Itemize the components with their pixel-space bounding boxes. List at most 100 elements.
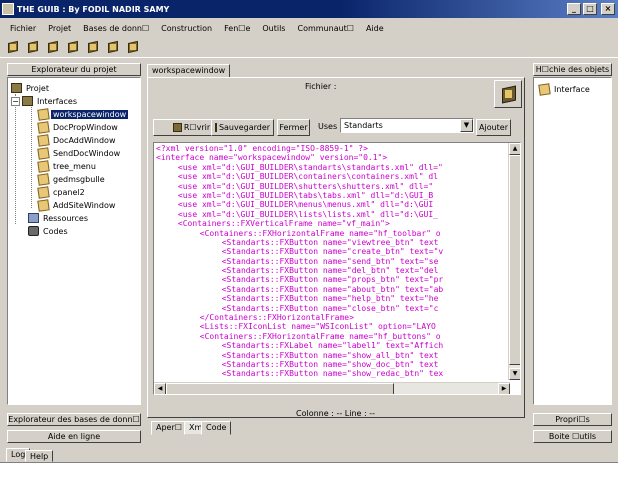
menu-communaute[interactable]: Communaut☐: [291, 24, 360, 33]
code-lines[interactable]: <?xml version="1.0" encoding="ISO-8859-1…: [156, 144, 509, 380]
tree-item-ressources[interactable]: Ressources: [28, 212, 90, 224]
uses-select[interactable]: Standarts ▼: [340, 118, 474, 133]
menu-fichier[interactable]: Fichier: [4, 24, 42, 33]
close-button[interactable]: ×: [601, 3, 615, 15]
app-icon: [2, 3, 14, 15]
window-title: THE GUIB : By FODIL NADIR SAMY: [17, 4, 170, 14]
save-icon: [214, 123, 217, 132]
save-button[interactable]: Sauvegarder: [211, 119, 274, 136]
menu-aide[interactable]: Aide: [360, 24, 390, 33]
code-line[interactable]: <Standarts::FXButton name="del_btn" text…: [156, 266, 509, 275]
horizontal-scroll-thumb[interactable]: [166, 383, 394, 394]
online-help-button[interactable]: Aide en ligne: [7, 430, 141, 443]
menu-bases-de-donnees[interactable]: Bases de donn☐: [77, 24, 155, 33]
tree-item-interface[interactable]: AddSiteWindow: [37, 198, 117, 212]
properties-button[interactable]: Propri☐s: [533, 413, 612, 426]
code-line[interactable]: <Standarts::FXButton name="viewtree_btn"…: [156, 238, 509, 247]
interface-icon: [37, 172, 50, 186]
cube-icon[interactable]: [86, 40, 100, 54]
tree-item-interface[interactable]: SendDocWindow: [37, 146, 122, 160]
horizontal-scrollbar[interactable]: ◀ ▶: [154, 382, 510, 394]
title-bar: THE GUIB : By FODIL NADIR SAMY _ □ ×: [0, 0, 618, 18]
tree-item-codes[interactable]: Codes: [28, 225, 70, 237]
cube-icon[interactable]: [106, 40, 120, 54]
code-line[interactable]: <use xml="d:\GUI_BUILDER\shutters\shutte…: [156, 182, 509, 191]
vertical-scroll-thumb[interactable]: [509, 155, 520, 365]
code-line[interactable]: <use xml="d:\GUI_BUILDER\containers\cont…: [156, 172, 509, 181]
code-line[interactable]: <Lists::FXIconList name="WSIconList" opt…: [156, 322, 509, 331]
cube-icon[interactable]: [66, 40, 80, 54]
close-file-button[interactable]: Fermer: [277, 119, 310, 136]
code-line[interactable]: <?xml version="1.0" encoding="ISO-8859-1…: [156, 144, 509, 153]
interface-preview-icon[interactable]: [494, 80, 522, 108]
maximize-button[interactable]: □: [583, 3, 597, 15]
tree-item-interface[interactable]: DocAddWindow: [37, 133, 117, 147]
menu-projet[interactable]: Projet: [42, 24, 77, 33]
code-line[interactable]: <use xml="d:\GUI_BUILDER\standarts\stand…: [156, 163, 509, 172]
interface-icon: [37, 146, 50, 160]
code-line[interactable]: <Standarts::FXButton name="show_doc_btn"…: [156, 360, 509, 369]
file-label: Fichier :: [305, 82, 337, 91]
tree-item-interface-root[interactable]: Interface: [538, 82, 592, 96]
folder-icon: [22, 96, 33, 106]
cube-icon[interactable]: [26, 40, 40, 54]
xml-editor[interactable]: <?xml version="1.0" encoding="ISO-8859-1…: [153, 142, 521, 395]
tab-help[interactable]: Help: [25, 450, 54, 462]
menu-outils[interactable]: Outils: [256, 24, 291, 33]
code-line[interactable]: <use xml="d:\GUI_BUILDER\tabs\tabs.xml" …: [156, 191, 509, 200]
vertical-scrollbar[interactable]: ▲ ▼: [508, 143, 520, 380]
menu-construction[interactable]: Construction: [155, 24, 218, 33]
tree-item-interface[interactable]: gedmsgbulle: [37, 172, 107, 186]
tree-item-projet[interactable]: Projet: [11, 82, 51, 94]
interface-icon: [37, 133, 50, 147]
interface-icon: [37, 107, 50, 121]
toolbox-button[interactable]: Boite ☐utils: [533, 430, 612, 443]
code-line[interactable]: <Containers::FXHorizontalFrame name="hf_…: [156, 332, 509, 341]
scroll-left-icon[interactable]: ◀: [154, 383, 166, 394]
cube-icon[interactable]: [46, 40, 60, 54]
chevron-down-icon[interactable]: ▼: [460, 119, 473, 132]
tree-item-interface[interactable]: tree_menu: [37, 159, 98, 173]
project-explorer-header[interactable]: Explorateur du projet: [7, 63, 141, 76]
code-line[interactable]: <Standarts::FXLabel name="label1" text="…: [156, 341, 509, 350]
code-line[interactable]: <Standarts::FXButton name="show_all_btn"…: [156, 351, 509, 360]
tree-item-interface[interactable]: workspacewindow: [37, 107, 129, 121]
code-line[interactable]: <Standarts::FXButton name="props_btn" te…: [156, 275, 509, 284]
menu-bar: Fichier Projet Bases de donn☐ Constructi…: [0, 19, 618, 37]
project-icon: [11, 83, 22, 93]
code-line[interactable]: <Containers::FXVerticalFrame name="vf_ma…: [156, 219, 509, 228]
minimize-button[interactable]: _: [567, 3, 581, 15]
interface-icon: [37, 120, 50, 134]
code-line[interactable]: <Standarts::FXButton name="about_btn" te…: [156, 285, 509, 294]
code-line[interactable]: <Standarts::FXButton name="show_redac_bt…: [156, 369, 509, 378]
tree-item-interface[interactable]: DocPropWindow: [37, 120, 120, 134]
code-line[interactable]: <Standarts::FXButton name="help_btn" tex…: [156, 294, 509, 303]
tree-item-interfaces[interactable]: − Interfaces: [11, 95, 79, 107]
tree-item-interface[interactable]: cpanel2: [37, 185, 87, 199]
code-line[interactable]: <Containers::FXHorizontalFrame name="hf_…: [156, 229, 509, 238]
interface-icon: [37, 198, 50, 212]
scroll-up-icon[interactable]: ▲: [509, 143, 520, 155]
add-button[interactable]: Ajouter: [476, 119, 511, 136]
scroll-down-icon[interactable]: ▼: [509, 368, 520, 380]
tab-apercu[interactable]: Aper☐: [151, 421, 187, 435]
code-line[interactable]: <Standarts::FXButton name="send_btn" tex…: [156, 257, 509, 266]
object-hierarchy-header[interactable]: H☐chie des objets: [533, 63, 612, 76]
scroll-right-icon[interactable]: ▶: [498, 383, 510, 394]
code-line[interactable]: <Standarts::FXButton name="create_btn" t…: [156, 247, 509, 256]
cube-icon[interactable]: [126, 40, 140, 54]
cube-icon[interactable]: [6, 40, 20, 54]
collapse-icon[interactable]: −: [11, 96, 20, 106]
resources-icon: [28, 213, 39, 223]
code-line[interactable]: <use xml="d:\GUI_BUILDER\lists\lists.xml…: [156, 210, 509, 219]
code-line[interactable]: </Containers::FXHorizontalFrame>: [156, 313, 509, 322]
tab-workspacewindow[interactable]: workspacewindow: [147, 64, 231, 78]
db-explorer-button[interactable]: Explorateur des bases de donn☐: [7, 413, 141, 426]
cursor-status: Colonne : -- Line : --: [296, 409, 375, 418]
menu-fenetre[interactable]: Fen☐e: [218, 24, 256, 33]
code-line[interactable]: <interface name="workspacewindow" versio…: [156, 153, 509, 162]
project-tree: Projet − Interfaces workspacewindow DocP…: [7, 77, 141, 405]
code-line[interactable]: <Standarts::FXButton name="close_btn" te…: [156, 304, 509, 313]
code-line[interactable]: <use xml="d:\GUI_BUILDER\menus\menus.xml…: [156, 200, 509, 209]
tab-code[interactable]: Code: [201, 421, 232, 435]
